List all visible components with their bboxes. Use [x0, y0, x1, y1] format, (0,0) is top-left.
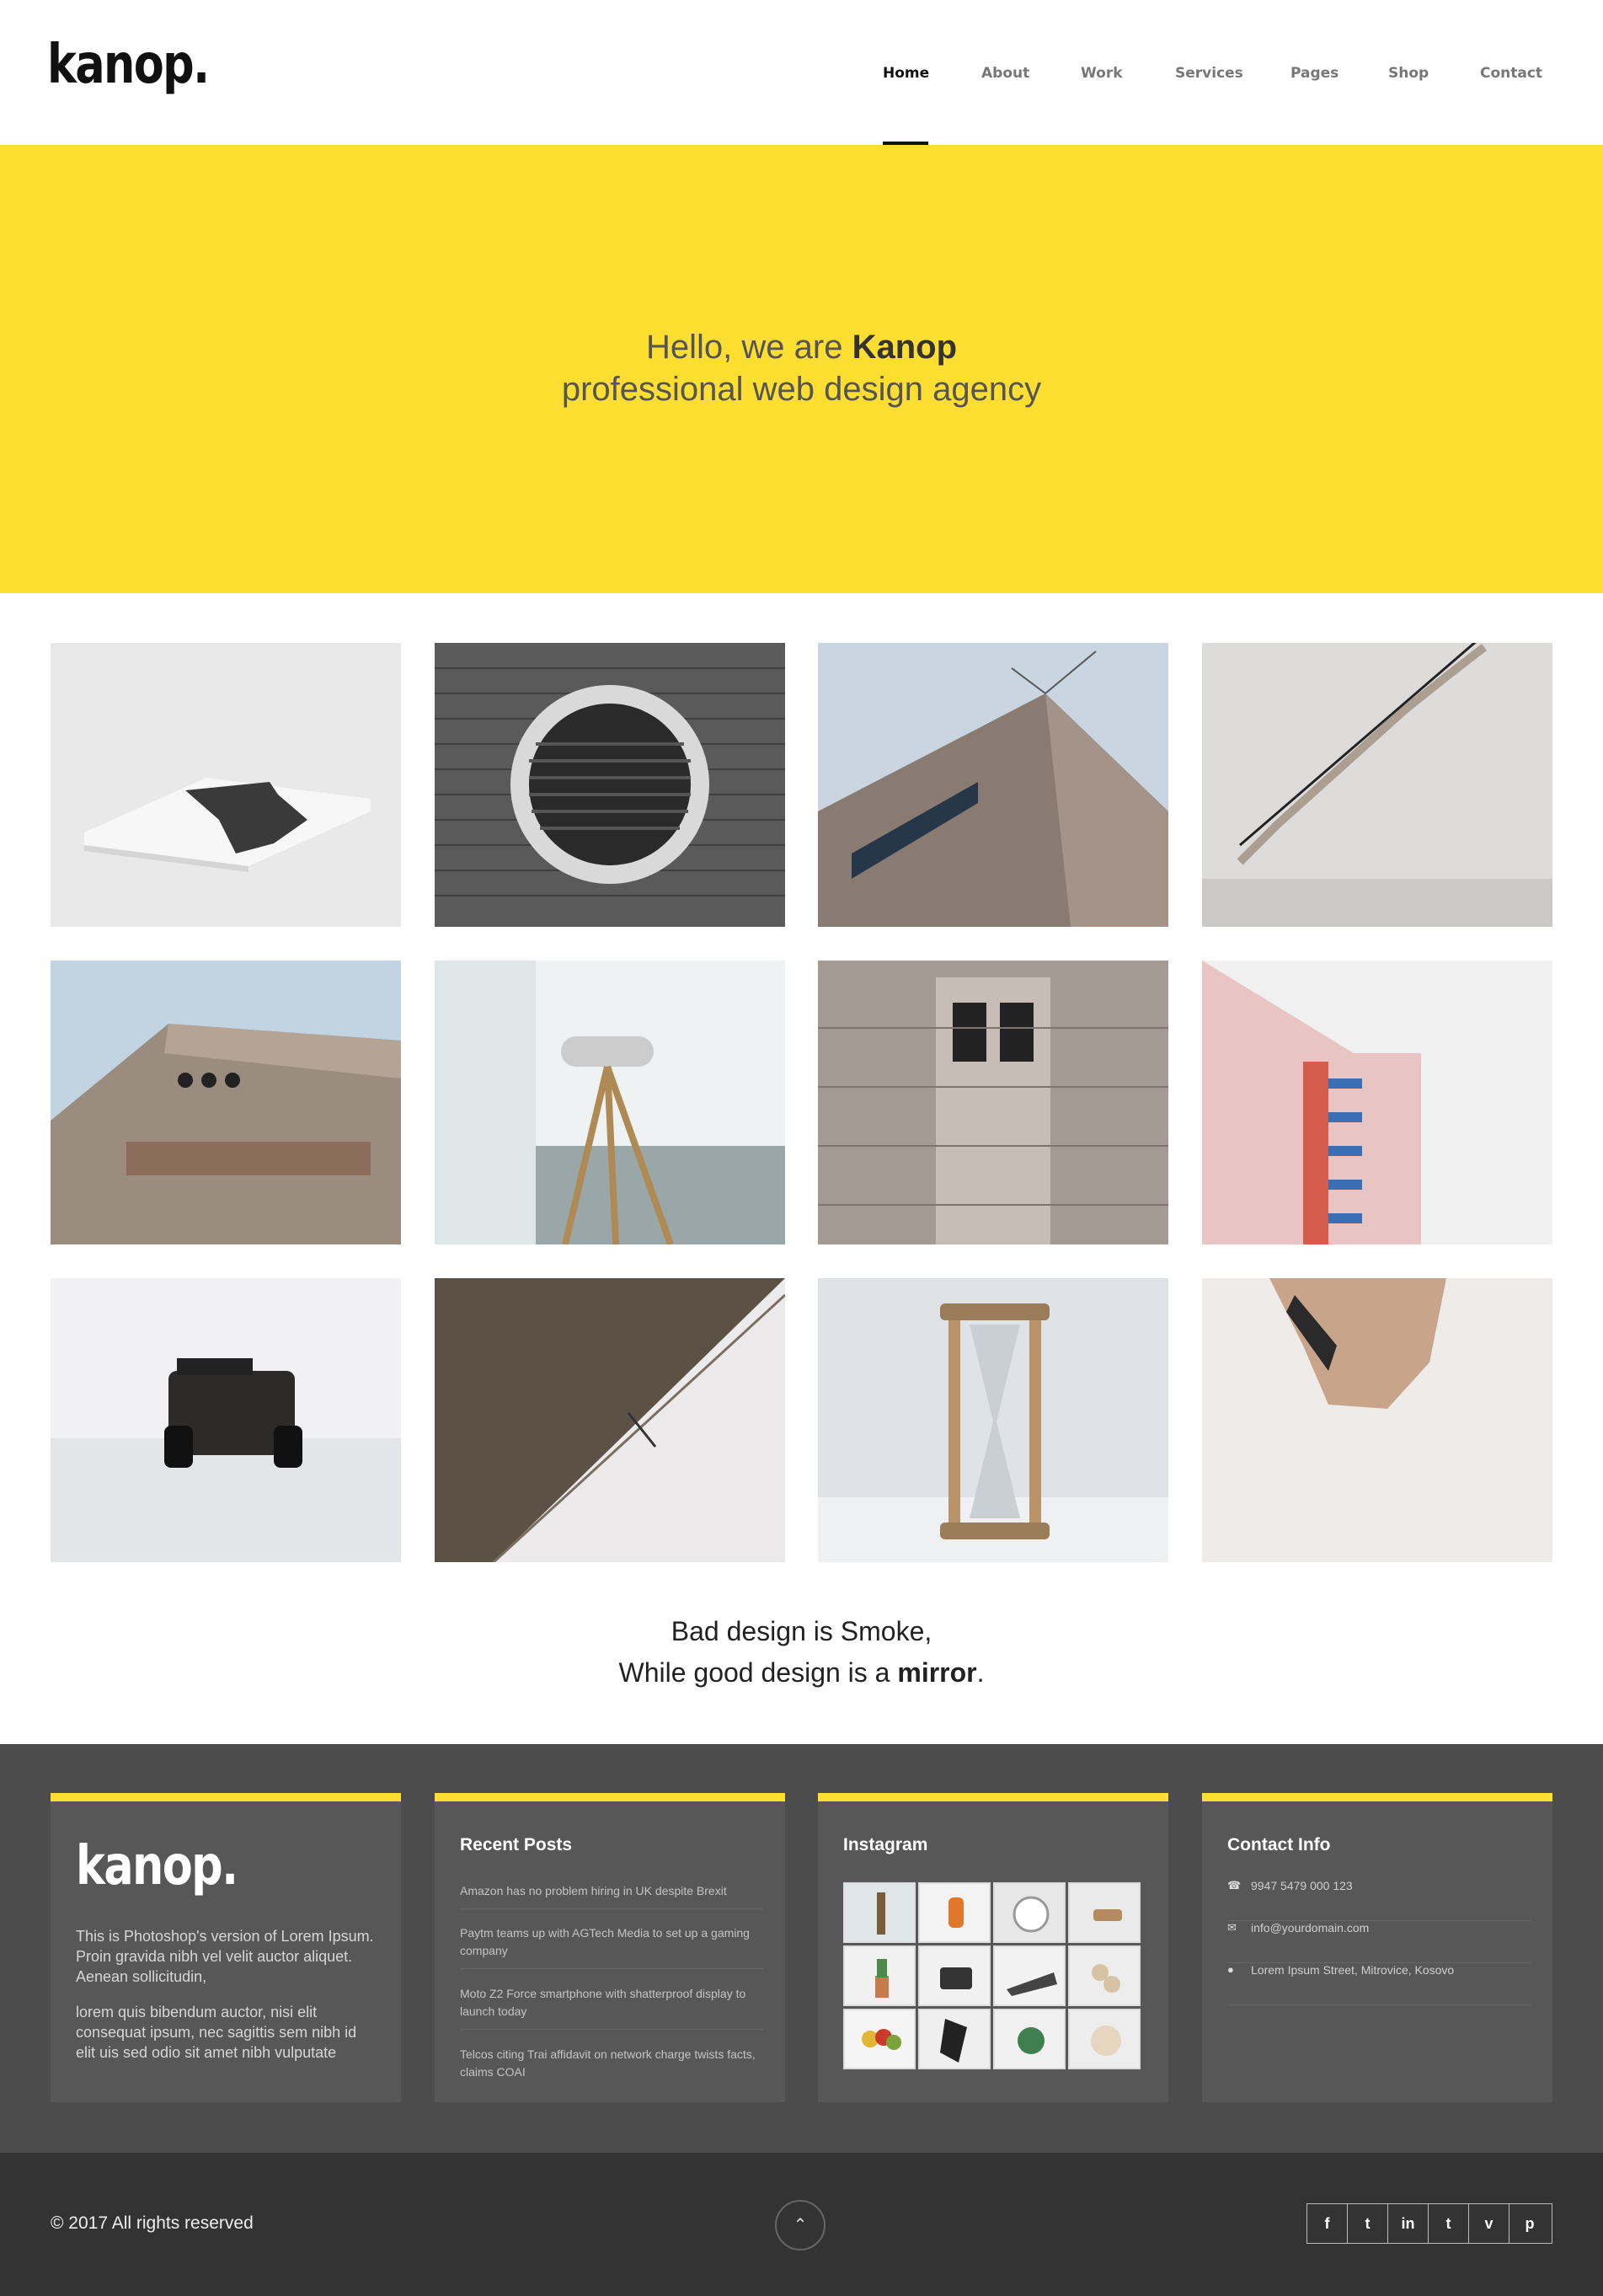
instagram-photo[interactable]: [843, 1945, 916, 2006]
door-facade-photo: [818, 961, 1168, 1244]
bottom-bar: © 2017 All rights reserved ⌃ f t in t v …: [0, 2153, 1603, 2296]
telescope-photo: [435, 961, 785, 1244]
jeep-snow-photo: [51, 1278, 401, 1562]
hero-banner: Hello, we are Kanop professional web des…: [0, 145, 1603, 593]
gallery-item-concrete-building[interactable]: [51, 961, 401, 1244]
instagram-photo[interactable]: [918, 1882, 991, 1943]
recent-posts-title: Recent Posts: [460, 1835, 573, 1854]
instagram-photo[interactable]: [918, 1945, 991, 2006]
recent-post-link[interactable]: Paytm teams up with AGTech Media to set …: [460, 1924, 763, 1969]
quote-line-2-bold: mirror: [897, 1657, 977, 1688]
footer-logo[interactable]: kanop.: [76, 1835, 238, 1897]
instagram-photo[interactable]: [1068, 1882, 1141, 1943]
pinterest-icon[interactable]: p: [1509, 2204, 1550, 2243]
quote-line-1: Bad design is Smoke,: [671, 1616, 932, 1646]
nav-contact[interactable]: Contact: [1480, 65, 1542, 82]
contact-title: Contact Info: [1227, 1835, 1331, 1854]
brick-vent-photo: [435, 643, 785, 927]
gallery-item-jeep-snow[interactable]: [51, 1278, 401, 1562]
social-links: f t in t v p: [1306, 2203, 1552, 2244]
contact-address: ● Lorem Ipsum Street, Mitrovice, Kosovo: [1227, 1963, 1531, 2005]
site-header: kanop. Home About Work Services Pages Sh…: [0, 0, 1603, 145]
recent-post-link[interactable]: Amazon has no problem hiring in UK despi…: [460, 1882, 763, 1909]
quote-line-2-prefix: While good design is a: [618, 1657, 890, 1688]
recent-post-link[interactable]: Moto Z2 Force smartphone with shatterpro…: [460, 1985, 763, 2030]
gallery-item-staircase[interactable]: [1202, 643, 1552, 927]
pink-building-photo: [1202, 961, 1552, 1244]
contact-phone-text: 9947 5479 000 123: [1251, 1879, 1353, 1892]
gallery-item-wire[interactable]: [435, 1278, 785, 1562]
instagram-title: Instagram: [843, 1835, 928, 1854]
tumblr-icon[interactable]: t: [1429, 2204, 1469, 2243]
recent-post-link[interactable]: Telcos citing Trai affidavit on network …: [460, 2046, 763, 2090]
chevron-up-icon: ⌃: [793, 2216, 808, 2234]
hero-heading-brand: Kanop: [852, 329, 957, 366]
hero-heading-prefix: Hello, we are: [646, 329, 843, 366]
gallery-item-brick-vent[interactable]: [435, 643, 785, 927]
staircase-photo: [1202, 643, 1552, 927]
gallery-item-door-facade[interactable]: [818, 961, 1168, 1244]
footer-recent-posts-widget: Recent Posts Amazon has no problem hirin…: [435, 1793, 785, 2102]
gallery-item-pink-building[interactable]: [1202, 961, 1552, 1244]
book-photo: [51, 643, 401, 927]
instagram-photo[interactable]: [993, 1945, 1066, 2006]
footer-about-widget: kanop. This is Photoshop's version of Lo…: [51, 1793, 401, 2102]
concrete-building-photo: [51, 961, 401, 1244]
nav-pages[interactable]: Pages: [1290, 65, 1339, 82]
gallery-item-upside-down-building[interactable]: [1202, 1278, 1552, 1562]
instagram-photo[interactable]: [918, 2009, 991, 2069]
contact-email: ✉ info@yourdomain.com: [1227, 1921, 1531, 1963]
nav-shop[interactable]: Shop: [1388, 65, 1429, 82]
linkedin-icon[interactable]: in: [1388, 2204, 1429, 2243]
wire-photo: [435, 1278, 785, 1562]
building-corner-photo: [818, 643, 1168, 927]
hourglass-photo: [818, 1278, 1168, 1562]
nav-about[interactable]: About: [981, 65, 1029, 82]
copyright: © 2017 All rights reserved: [51, 2213, 254, 2233]
gallery-item-hourglass[interactable]: [818, 1278, 1168, 1562]
vimeo-icon[interactable]: v: [1469, 2204, 1509, 2243]
gallery-item-book[interactable]: [51, 643, 401, 927]
instagram-grid: [843, 1882, 1141, 2071]
contact-address-text: Lorem Ipsum Street, Mitrovice, Kosovo: [1251, 1963, 1455, 1977]
nav-services[interactable]: Services: [1175, 65, 1243, 82]
twitter-icon[interactable]: t: [1348, 2204, 1388, 2243]
contact-email-link[interactable]: info@yourdomain.com: [1251, 1921, 1369, 1935]
contact-phone: ☎ 9947 5479 000 123: [1227, 1879, 1531, 1921]
phone-icon: ☎: [1227, 1879, 1242, 1892]
nav-home[interactable]: Home: [883, 65, 929, 82]
instagram-photo[interactable]: [993, 2009, 1066, 2069]
hero-subheading: professional web design agency: [561, 371, 1042, 408]
scroll-to-top-button[interactable]: ⌃: [775, 2200, 826, 2251]
site-logo[interactable]: kanop.: [47, 34, 210, 96]
location-icon: ●: [1227, 1963, 1234, 1976]
email-icon: ✉: [1227, 1921, 1237, 1934]
gallery-item-telescope[interactable]: [435, 961, 785, 1244]
instagram-photo[interactable]: [843, 2009, 916, 2069]
footer-about-text-1: This is Photoshop's version of Lorem Ips…: [76, 1928, 374, 1985]
facebook-icon[interactable]: f: [1307, 2204, 1348, 2243]
nav-work[interactable]: Work: [1081, 65, 1123, 82]
quote-line-2: While good design is a mirror.: [0, 1657, 1603, 1689]
footer-about-text-2: lorem quis bibendum auctor, nisi elit co…: [76, 2004, 357, 2061]
gallery-item-building-corner[interactable]: [818, 643, 1168, 927]
instagram-photo[interactable]: [993, 1882, 1066, 1943]
hero-heading: Hello, we are Kanop: [0, 329, 1603, 367]
footer-contact-widget: Contact Info ☎ 9947 5479 000 123 ✉ info@…: [1202, 1793, 1552, 2102]
instagram-photo[interactable]: [1068, 2009, 1141, 2069]
instagram-photo[interactable]: [1068, 1945, 1141, 2006]
footer-instagram-widget: Instagram: [818, 1793, 1168, 2102]
instagram-photo[interactable]: [843, 1882, 916, 1943]
upside-down-building-photo: [1202, 1278, 1552, 1562]
quote-line-2-suffix: .: [976, 1657, 985, 1688]
